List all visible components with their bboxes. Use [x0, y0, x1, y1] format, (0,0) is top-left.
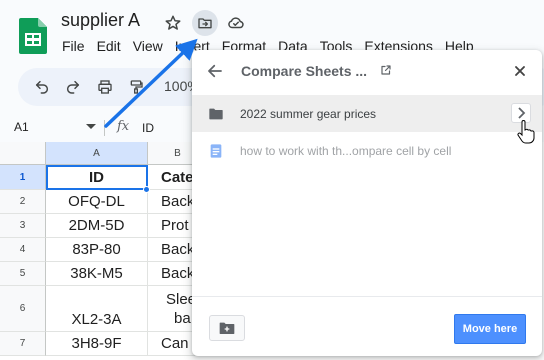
menu-view[interactable]: View: [133, 38, 163, 54]
cell-a5[interactable]: 38K-M5: [46, 262, 148, 286]
row-header-1[interactable]: 1: [0, 165, 46, 190]
row-header-4[interactable]: 4: [0, 238, 46, 262]
fill-handle[interactable]: [143, 186, 150, 193]
menu-edit[interactable]: Edit: [97, 38, 121, 54]
row-header-3[interactable]: 3: [0, 214, 46, 238]
move-here-button[interactable]: Move here: [454, 314, 526, 344]
row-header-5[interactable]: 5: [0, 262, 46, 286]
document-title[interactable]: supplier A: [61, 10, 140, 31]
move-dialog: Compare Sheets ... 2022 summer gear pric…: [192, 50, 542, 356]
cell-a4[interactable]: 83P-80: [46, 238, 148, 262]
star-icon[interactable]: [164, 14, 182, 32]
chevron-right-icon: [518, 107, 526, 119]
new-folder-button[interactable]: [209, 315, 245, 341]
folder-list: 2022 summer gear prices how to work with…: [192, 95, 542, 169]
list-item-doc: how to work with th...ompare cell by cel…: [192, 132, 542, 169]
row-header-7[interactable]: 7: [0, 332, 46, 356]
close-icon[interactable]: [512, 63, 528, 79]
cell-a6[interactable]: XL2-3A: [46, 286, 148, 332]
fx-icon: fx: [117, 119, 130, 134]
menu-file[interactable]: File: [62, 38, 85, 54]
formula-separator: [104, 120, 105, 136]
column-header-a[interactable]: A: [46, 142, 148, 165]
footer-divider: [192, 296, 542, 297]
new-folder-icon: [219, 322, 235, 334]
cell-a7[interactable]: 3H8-9F: [46, 332, 148, 356]
paint-format-icon[interactable]: [126, 77, 146, 97]
row-header-6[interactable]: 6: [0, 286, 46, 332]
doc-label: how to work with th...ompare cell by cel…: [240, 143, 452, 158]
google-sheets-logo-icon[interactable]: [19, 18, 47, 54]
row-header-2[interactable]: 2: [0, 190, 46, 214]
dialog-title: Compare Sheets ...: [241, 63, 368, 79]
print-icon[interactable]: [95, 77, 115, 97]
move-folder-icon[interactable]: [192, 10, 218, 36]
open-in-new-icon[interactable]: [380, 64, 392, 76]
name-box[interactable]: A1: [0, 116, 100, 140]
cloud-saved-icon[interactable]: [227, 14, 245, 32]
redo-icon[interactable]: [63, 77, 83, 97]
cell-a2[interactable]: OFQ-DL: [46, 190, 148, 214]
cell-a1[interactable]: ID: [46, 165, 148, 190]
cell-b6-line2: ba: [174, 309, 191, 327]
undo-icon[interactable]: [32, 77, 52, 97]
back-arrow-icon[interactable]: [206, 62, 224, 80]
select-all-corner[interactable]: [0, 142, 46, 165]
list-item-folder[interactable]: 2022 summer gear prices: [192, 95, 542, 132]
cell-a3[interactable]: 2DM-5D: [46, 214, 148, 238]
name-box-dropdown-icon[interactable]: [86, 124, 96, 129]
document-icon: [210, 143, 222, 158]
hand-cursor-icon: [517, 120, 535, 144]
formula-input[interactable]: ID: [142, 121, 154, 135]
folder-label: 2022 summer gear prices: [240, 106, 377, 121]
folder-icon: [209, 108, 223, 119]
